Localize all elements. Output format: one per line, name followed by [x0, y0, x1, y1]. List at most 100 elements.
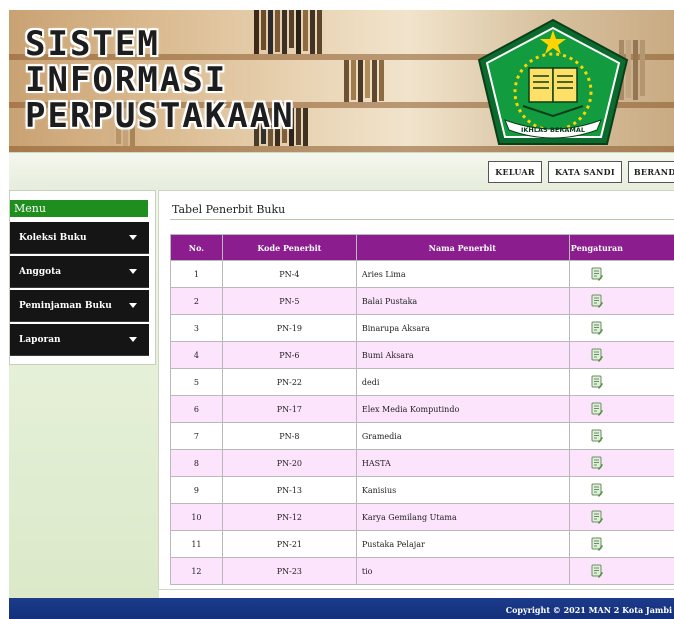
cell-publisher-name: Aries Lima [355, 260, 570, 288]
cell-settings [568, 422, 674, 450]
home-button[interactable]: BERANDA [628, 161, 674, 183]
app-title-line-3: PERPUSTAKAAN [25, 96, 295, 136]
header-banner: SISTEM INFORMASI PERPUSTAKAAN IKHLAS BER… [9, 10, 674, 152]
menu-heading: Menu [10, 200, 148, 217]
cell-publisher-code: PN-5 [221, 287, 357, 315]
cell-publisher-code: PN-4 [221, 260, 357, 288]
cell-no: 6 [170, 395, 223, 423]
cell-settings [568, 341, 674, 369]
table-row: 5 PN-22 dedi [170, 368, 674, 396]
cell-no: 4 [170, 341, 223, 369]
cell-settings [568, 395, 674, 423]
cell-settings [568, 530, 674, 558]
table-row: 12 PN-23 tio [170, 557, 674, 585]
cell-publisher-name: Pustaka Pelajar [355, 530, 570, 558]
cell-settings [568, 476, 674, 504]
table-row: 10 PN-12 Karya Gemilang Utama [170, 503, 674, 531]
edit-icon[interactable] [591, 483, 603, 497]
cell-settings [568, 368, 674, 396]
edit-icon[interactable] [591, 267, 603, 281]
table-row: 3 PN-19 Binarupa Aksara [170, 314, 674, 342]
cell-settings [568, 260, 674, 288]
edit-icon[interactable] [591, 429, 603, 443]
edit-icon[interactable] [591, 348, 603, 362]
sidebar-item-anggota[interactable]: Anggota [10, 256, 149, 288]
cell-no: 12 [170, 557, 223, 585]
cell-no: 1 [170, 260, 223, 288]
cell-publisher-name: Bumi Aksara [355, 341, 570, 369]
table-row: 8 PN-20 HASTA [170, 449, 674, 477]
cell-publisher-code: PN-20 [221, 449, 357, 477]
page-title: Tabel Penerbit Buku [172, 203, 286, 216]
cell-publisher-name: Karya Gemilang Utama [355, 503, 570, 531]
app-title: SISTEM INFORMASI PERPUSTAKAAN [25, 26, 295, 134]
copyright-text: Copyright © 2021 MAN 2 Kota Jambi [505, 605, 672, 615]
title-divider [170, 219, 674, 220]
kemenag-logo: IKHLAS BERAMAL [477, 18, 629, 145]
sidebar-item-laporan[interactable]: Laporan [10, 324, 149, 356]
cell-publisher-code: PN-17 [221, 395, 357, 423]
cell-publisher-name: tio [355, 557, 570, 585]
chevron-down-icon [129, 269, 137, 274]
logout-button[interactable]: KELUAR [488, 161, 542, 183]
edit-icon[interactable] [591, 375, 603, 389]
cell-no: 9 [170, 476, 223, 504]
cell-no: 7 [170, 422, 223, 450]
edit-icon[interactable] [591, 402, 603, 416]
column-header-name: Nama Penerbit [355, 234, 570, 261]
edit-icon[interactable] [591, 510, 603, 524]
cell-publisher-name: HASTA [355, 449, 570, 477]
cell-publisher-code: PN-23 [221, 557, 357, 585]
cell-settings [568, 503, 674, 531]
cell-settings [568, 557, 674, 585]
sidebar-item-label: Anggota [19, 266, 62, 277]
app-title-line-2: INFORMASI [25, 60, 228, 100]
cell-publisher-code: PN-12 [221, 503, 357, 531]
sidebar-item-label: Laporan [19, 334, 61, 345]
column-header-settings: Pengaturan [568, 234, 674, 261]
table-row: 1 PN-4 Aries Lima [170, 260, 674, 288]
cell-publisher-name: dedi [355, 368, 570, 396]
table-row: 4 PN-6 Bumi Aksara [170, 341, 674, 369]
sidebar-item-koleksi-buku[interactable]: Koleksi Buku [10, 222, 149, 254]
edit-icon[interactable] [591, 537, 603, 551]
table-header-row: No. Kode Penerbit Nama Penerbit Pengatur… [170, 234, 674, 261]
column-header-no: No. [170, 234, 223, 261]
edit-icon[interactable] [591, 456, 603, 470]
cell-publisher-name: Binarupa Aksara [355, 314, 570, 342]
cell-no: 3 [170, 314, 223, 342]
table-row: 11 PN-21 Pustaka Pelajar [170, 530, 674, 558]
change-password-button[interactable]: KATA SANDI [548, 161, 622, 183]
cell-publisher-name: Balai Pustaka [355, 287, 570, 315]
cell-publisher-name: Gramedia [355, 422, 570, 450]
cell-publisher-name: Kanisius [355, 476, 570, 504]
cell-publisher-code: PN-13 [221, 476, 357, 504]
sidebar-item-peminjaman-buku[interactable]: Peminjaman Buku [10, 290, 149, 322]
cell-publisher-code: PN-8 [221, 422, 357, 450]
cell-settings [568, 314, 674, 342]
edit-icon[interactable] [591, 564, 603, 578]
cell-publisher-code: PN-6 [221, 341, 357, 369]
app-title-line-1: SISTEM [25, 24, 160, 64]
chevron-down-icon [129, 303, 137, 308]
sidebar-item-label: Koleksi Buku [19, 232, 87, 243]
cell-no: 5 [170, 368, 223, 396]
cell-no: 11 [170, 530, 223, 558]
cell-no: 10 [170, 503, 223, 531]
cell-settings [568, 449, 674, 477]
table-row: 7 PN-8 Gramedia [170, 422, 674, 450]
chevron-down-icon [129, 337, 137, 342]
cell-no: 2 [170, 287, 223, 315]
edit-icon[interactable] [591, 294, 603, 308]
sidebar-item-label: Peminjaman Buku [19, 300, 112, 311]
cell-settings [568, 287, 674, 315]
table-row: 2 PN-5 Balai Pustaka [170, 287, 674, 315]
publisher-table: No. Kode Penerbit Nama Penerbit Pengatur… [170, 234, 674, 585]
cell-publisher-code: PN-19 [221, 314, 357, 342]
top-action-bar: KELUAR KATA SANDI BERANDA [9, 152, 674, 191]
chevron-down-icon [129, 235, 137, 240]
cell-publisher-code: PN-21 [221, 530, 357, 558]
edit-icon[interactable] [591, 321, 603, 335]
cell-publisher-code: PN-22 [221, 368, 357, 396]
table-row: 9 PN-13 Kanisius [170, 476, 674, 504]
